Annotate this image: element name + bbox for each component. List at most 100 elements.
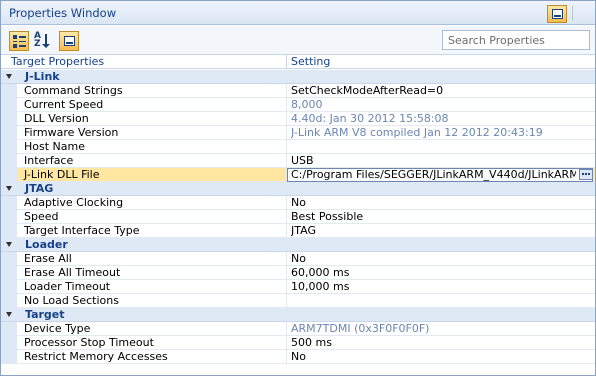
property-name[interactable]: Speed [24,210,58,223]
property-value[interactable]: No [291,196,306,209]
column-divider [286,336,287,350]
column-divider [286,210,287,224]
collapse-caret-icon[interactable] [6,312,12,317]
browse-ellipsis-button[interactable] [579,169,593,180]
collapse-caret-icon[interactable] [6,74,12,79]
property-value[interactable]: 60,000 ms [291,266,349,279]
property-value[interactable]: SetCheckModeAfterRead=0 [291,84,443,97]
property-row-erase-all[interactable]: Erase All No [1,252,595,266]
property-row-adaptive-clocking[interactable]: Adaptive Clocking No [1,196,595,210]
property-pages-icon [64,36,75,46]
property-value[interactable]: C:/Program Files/SEGGER/JLinkARM_V440d/J… [291,168,576,181]
property-value[interactable]: No [291,350,306,363]
property-row-target-interface-type[interactable]: Target Interface Type JTAG [1,224,595,238]
property-row-j-link-dll-file[interactable]: J-Link DLL File C:/Program Files/SEGGER/J… [1,168,595,182]
grid-header: Target Properties Setting [1,55,595,69]
column-divider [286,266,287,280]
category-loader[interactable]: Loader [1,238,595,252]
property-row-no-load-sections[interactable]: No Load Sections [1,294,595,308]
property-row-host-name[interactable]: Host Name [1,140,595,154]
row-gutter [1,322,17,336]
categorized-view-button[interactable] [9,31,29,51]
property-name[interactable]: Interface [24,154,73,167]
property-row-erase-all-timeout[interactable]: Erase All Timeout 60,000 ms [1,266,595,280]
property-name[interactable]: Adaptive Clocking [24,196,123,209]
property-row-restrict-memory-accesses[interactable]: Restrict Memory Accesses No [1,350,595,364]
column-divider [286,84,287,98]
alphabetical-sort-button[interactable]: AZ [32,31,52,51]
property-name[interactable]: Processor Stop Timeout [24,336,154,349]
header-target-properties[interactable]: Target Properties [11,55,104,68]
property-pages-button[interactable] [59,31,79,51]
property-value[interactable]: 500 ms [291,336,332,349]
row-gutter [1,98,17,112]
window-title: Properties Window [9,6,117,20]
collapse-caret-icon[interactable] [6,242,12,247]
property-name[interactable]: Firmware Version [24,126,118,139]
row-gutter [1,294,17,308]
property-name[interactable]: Command Strings [24,84,123,97]
property-name[interactable]: No Load Sections [24,294,119,307]
property-name[interactable]: J-Link DLL File [24,168,99,181]
property-name[interactable]: Erase All Timeout [24,266,120,279]
category-j-link[interactable]: J-Link [1,70,595,84]
property-value[interactable]: USB [291,154,314,167]
column-divider [286,112,287,126]
property-value: J-Link ARM V8 compiled Jan 12 2012 20:43… [291,126,543,139]
row-gutter [1,350,17,364]
categorized-icon [13,35,26,48]
sort-az-icon: AZ [34,31,41,49]
property-row-device-type[interactable]: Device Type ARM7TDMI (0x3F0F0F0F) [1,322,595,336]
property-row-dll-version[interactable]: DLL Version 4.40d: Jan 30 2012 15:58:08 [1,112,595,126]
row-gutter [1,84,17,98]
property-name[interactable]: Device Type [24,322,90,335]
property-row-firmware-version[interactable]: Firmware Version J-Link ARM V8 compiled J… [1,126,595,140]
row-gutter [1,154,17,168]
properties-window: Properties Window AZ Target Propertie [0,0,596,376]
row-gutter [1,210,17,224]
property-value[interactable]: 10,000 ms [291,280,349,293]
collapse-caret-icon[interactable] [6,186,12,191]
column-divider [286,196,287,210]
row-gutter [1,280,17,294]
sort-arrow-icon [42,34,50,48]
property-name[interactable]: Current Speed [24,98,103,111]
property-name[interactable]: Erase All [24,252,72,265]
row-gutter [1,224,17,238]
column-divider [286,280,287,294]
property-name[interactable]: Loader Timeout [24,280,110,293]
property-value[interactable]: No [291,252,306,265]
row-gutter [1,336,17,350]
header-divider[interactable] [286,55,287,69]
window-options-button[interactable] [547,5,567,23]
column-divider [286,350,287,364]
row-gutter [1,126,17,140]
category-label: Target [25,308,65,321]
property-name[interactable]: Restrict Memory Accesses [24,350,168,363]
window-icon [552,9,563,19]
row-gutter [1,266,17,280]
property-row-processor-stop-timeout[interactable]: Processor Stop Timeout 500 ms [1,336,595,350]
row-gutter [1,112,17,126]
column-divider [286,294,287,308]
property-value[interactable]: JTAG [291,224,316,237]
search-input[interactable] [442,30,590,50]
column-divider [286,154,287,168]
category-jtag[interactable]: JTAG [1,182,595,196]
property-grid: J-Link Command Strings SetCheckModeAfterRe… [1,70,595,364]
column-divider [286,252,287,266]
property-row-loader-timeout[interactable]: Loader Timeout 10,000 ms [1,280,595,294]
property-value[interactable]: Best Possible [291,210,363,223]
property-name[interactable]: Target Interface Type [24,224,140,237]
title-divider [572,6,573,21]
property-row-command-strings[interactable]: Command Strings SetCheckModeAfterRead=0 [1,84,595,98]
property-row-interface[interactable]: Interface USB [1,154,595,168]
property-row-speed[interactable]: Speed Best Possible [1,210,595,224]
header-setting[interactable]: Setting [291,55,330,68]
property-name[interactable]: Host Name [24,140,85,153]
property-name[interactable]: DLL Version [24,112,89,125]
property-row-current-speed[interactable]: Current Speed 8,000 [1,98,595,112]
toolbar: AZ [1,26,595,55]
row-gutter [1,196,17,210]
category-target[interactable]: Target [1,308,595,322]
